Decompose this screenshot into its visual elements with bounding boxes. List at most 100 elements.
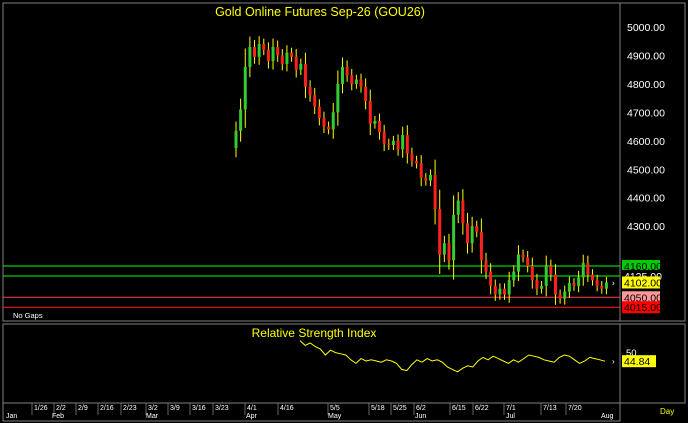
candle-body-74 bbox=[577, 277, 581, 286]
price-tick-label-0: 5000.00 bbox=[627, 22, 665, 34]
candle-body-61 bbox=[516, 254, 520, 272]
month-label-6: Jul bbox=[506, 413, 515, 420]
candle-body-70 bbox=[558, 294, 562, 299]
day-label-16: 6/22 bbox=[475, 405, 489, 412]
candle-body-40 bbox=[419, 163, 423, 178]
last-price-label: 4102.00 bbox=[624, 277, 662, 289]
day-label-10: 4/16 bbox=[280, 405, 294, 412]
candle-body-31 bbox=[378, 120, 382, 133]
candle-body-14 bbox=[299, 63, 303, 70]
candle-body-11 bbox=[285, 52, 289, 64]
candle-body-57 bbox=[498, 288, 502, 295]
candle-body-79 bbox=[600, 285, 604, 289]
candle-body-51 bbox=[470, 226, 474, 244]
candle-body-49 bbox=[461, 200, 465, 224]
candle-body-55 bbox=[489, 271, 493, 286]
day-label-19: 7/20 bbox=[568, 405, 582, 412]
candle-body-23 bbox=[340, 66, 344, 84]
day-label-11: 5/5 bbox=[330, 405, 340, 412]
candle-body-62 bbox=[521, 254, 525, 258]
month-label-7: Aug bbox=[601, 413, 614, 420]
price-tick-label-5: 4500.00 bbox=[627, 164, 665, 176]
month-label-4: May bbox=[328, 413, 342, 420]
candle-body-50 bbox=[466, 223, 469, 244]
candle-body-67 bbox=[544, 265, 548, 286]
candle-body-68 bbox=[549, 265, 553, 275]
price-panel bbox=[2, 2, 621, 322]
rsi-last-marker: › bbox=[612, 357, 615, 366]
candle-body-80 bbox=[604, 282, 608, 289]
candle-body-9 bbox=[276, 46, 280, 56]
candle-body-12 bbox=[290, 52, 294, 57]
date-axis bbox=[2, 402, 621, 422]
candle-body-6 bbox=[262, 44, 266, 50]
candle-body-78 bbox=[595, 280, 599, 286]
day-label-3: 2/16 bbox=[100, 405, 114, 412]
candle-body-29 bbox=[368, 100, 372, 124]
day-label-1: 2/2 bbox=[56, 405, 66, 412]
candle-body-60 bbox=[512, 271, 516, 281]
day-label-2: 2/9 bbox=[78, 405, 88, 412]
candle-body-66 bbox=[540, 285, 544, 289]
day-label-12: 5/18 bbox=[371, 405, 385, 412]
candle-body-53 bbox=[479, 231, 483, 261]
candle-body-63 bbox=[526, 257, 530, 266]
candle-body-28 bbox=[364, 86, 368, 101]
day-label-9: 4/1 bbox=[247, 405, 257, 412]
candle-body-5 bbox=[257, 44, 261, 57]
price-tick-label-2: 4800.00 bbox=[627, 79, 665, 91]
candle-body-47 bbox=[452, 214, 456, 261]
candle-body-45 bbox=[442, 243, 446, 255]
day-label-6: 3/9 bbox=[170, 405, 180, 412]
candle-body-75 bbox=[581, 263, 585, 278]
day-label-7: 3/16 bbox=[192, 405, 206, 412]
candle-body-64 bbox=[530, 265, 534, 281]
price-tick-label-1: 4900.00 bbox=[627, 50, 665, 62]
candle-body-4 bbox=[253, 46, 257, 57]
candle-body-58 bbox=[503, 288, 507, 295]
candle-body-76 bbox=[586, 263, 590, 275]
candle-body-54 bbox=[484, 260, 488, 272]
candle-body-41 bbox=[424, 177, 428, 181]
candle-body-33 bbox=[387, 143, 391, 146]
day-label-14: 6/2 bbox=[416, 405, 426, 412]
candle-body-1 bbox=[239, 109, 243, 131]
price-tick-label-4: 4600.00 bbox=[627, 136, 665, 148]
day-label-15: 6/15 bbox=[452, 405, 466, 412]
month-label-5: Jun bbox=[415, 413, 426, 420]
candle-body-25 bbox=[350, 75, 354, 84]
last-price-marker: › bbox=[612, 278, 615, 287]
candle-body-7 bbox=[266, 49, 270, 62]
candle-body-36 bbox=[401, 135, 405, 150]
candle-body-69 bbox=[553, 274, 557, 295]
candle-body-48 bbox=[456, 200, 460, 215]
candle-body-34 bbox=[391, 140, 395, 146]
candle-body-43 bbox=[433, 174, 437, 210]
candle-body-71 bbox=[563, 291, 567, 299]
chart-title: Gold Online Futures Sep-26 (GOU26) bbox=[215, 5, 425, 19]
candle-body-26 bbox=[354, 79, 358, 84]
rsi-last-label: 44.84 bbox=[624, 356, 650, 368]
price-tick-label-3: 4700.00 bbox=[627, 107, 665, 119]
candle-body-30 bbox=[373, 120, 377, 124]
candle-body-0 bbox=[234, 130, 238, 148]
candle-body-27 bbox=[359, 79, 363, 87]
candle-body-18 bbox=[317, 106, 321, 119]
candle-body-3 bbox=[248, 46, 252, 67]
day-label-17: 7/1 bbox=[506, 405, 516, 412]
candle-body-77 bbox=[591, 274, 595, 281]
candle-body-2 bbox=[243, 66, 247, 110]
price-tick-label-7: 4300.00 bbox=[627, 221, 665, 233]
candle-body-15 bbox=[303, 63, 307, 87]
candle-body-19 bbox=[322, 118, 326, 127]
period-label: Day bbox=[660, 407, 674, 416]
candle-body-46 bbox=[447, 243, 451, 261]
candle-body-13 bbox=[294, 56, 298, 70]
candle-body-38 bbox=[410, 153, 414, 161]
candle-body-21 bbox=[331, 112, 335, 130]
day-label-18: 7/13 bbox=[543, 405, 557, 412]
month-label-2: Mar bbox=[146, 413, 159, 420]
candle-body-32 bbox=[382, 132, 386, 144]
candle-body-37 bbox=[405, 135, 409, 154]
price-tick-label-6: 4400.00 bbox=[627, 193, 665, 205]
